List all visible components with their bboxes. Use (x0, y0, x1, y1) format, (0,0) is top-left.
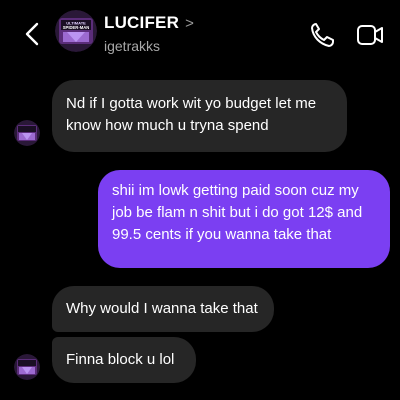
phone-icon (311, 23, 334, 47)
incoming-message-bubble[interactable]: Finna block u lol (52, 337, 196, 383)
outgoing-message-bubble[interactable]: shii im lowk getting paid soon cuz my jo… (98, 170, 390, 268)
chevron-left-icon (25, 22, 39, 46)
contact-name-link[interactable]: LUCIFER > (104, 13, 194, 33)
contact-name: LUCIFER (104, 13, 180, 32)
contact-avatar[interactable]: ULTIMATE SPIDER-MAN (55, 10, 97, 52)
sender-avatar[interactable] (14, 354, 40, 380)
incoming-message-bubble[interactable]: Why would I wanna take that (52, 286, 274, 332)
audio-call-button[interactable] (310, 22, 334, 48)
game-cover-avatar-image: ULTIMATE SPIDER-MAN (55, 10, 97, 52)
dm-thread-screen: ULTIMATE SPIDER-MAN LUCIFER > igetrakks … (0, 0, 400, 400)
game-cover-avatar-image (14, 354, 40, 380)
contact-username: igetrakks (104, 38, 161, 54)
thread-header: ULTIMATE SPIDER-MAN LUCIFER > igetrakks (0, 0, 400, 70)
chevron-right-icon: > (185, 14, 194, 32)
game-cover-avatar-image (14, 120, 40, 146)
incoming-message-bubble[interactable]: Nd if I gotta work wit yo budget let me … (52, 80, 347, 152)
video-camera-icon (357, 25, 383, 45)
back-button[interactable] (20, 20, 44, 48)
video-call-button[interactable] (356, 22, 384, 48)
svg-text:SPIDER-MAN: SPIDER-MAN (63, 25, 90, 30)
sender-avatar[interactable] (14, 120, 40, 146)
